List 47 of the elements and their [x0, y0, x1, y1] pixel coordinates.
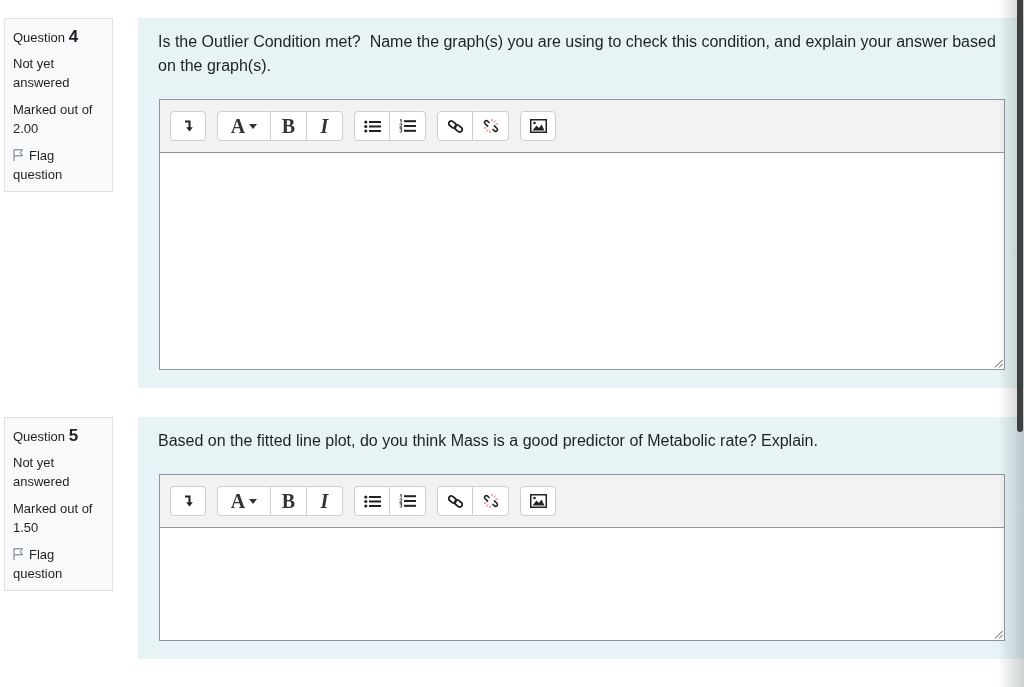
link-button[interactable] [437, 111, 473, 141]
flag-icon [13, 548, 24, 560]
chain-link-icon [447, 493, 463, 509]
bold-button[interactable]: B [271, 111, 307, 141]
toolbar-toggle-button[interactable] [170, 111, 206, 141]
unlink-button[interactable] [473, 111, 509, 141]
question-prompt: Is the Outlier Condition met? Name the graph(s) you are using to check this condition, and explain your answer based on the graph(s). [158, 32, 997, 76]
image-button[interactable] [520, 486, 556, 516]
question-number: Question 4 [13, 27, 80, 48]
font-color-button[interactable]: A [217, 111, 271, 141]
question-marks: Marked out of 2.00 [13, 101, 94, 138]
link-button[interactable] [437, 486, 473, 516]
caret-icon [249, 123, 258, 129]
resize-grip-icon [994, 630, 1003, 639]
bullet-list-button[interactable] [354, 486, 390, 516]
caret-icon [249, 498, 258, 504]
bullet-list-icon [363, 119, 381, 133]
arrow-down-icon [183, 120, 193, 132]
bullet-list-icon [363, 494, 381, 508]
numbered-list-icon [399, 119, 416, 133]
image-button[interactable] [520, 111, 556, 141]
image-icon [529, 494, 547, 508]
question-status: Not yet answered [13, 55, 71, 92]
arrow-down-icon [183, 495, 193, 507]
bold-button[interactable]: B [271, 486, 307, 516]
question-status: Not yet answered [13, 454, 71, 491]
question-marks: Marked out of 1.50 [13, 500, 94, 537]
chain-link-icon [447, 118, 463, 134]
image-icon [529, 119, 547, 133]
flag-question-link[interactable]: Flag question [13, 545, 104, 583]
numbered-list-icon [399, 494, 416, 508]
bullet-list-button[interactable] [354, 111, 390, 141]
scrollbar-thumb[interactable] [1017, 0, 1023, 432]
broken-chain-icon [482, 493, 499, 509]
toolbar-toggle-button[interactable] [170, 486, 206, 516]
question-number: Question 5 [13, 426, 80, 447]
numbered-list-button[interactable] [390, 111, 426, 141]
resize-grip-icon [994, 359, 1003, 368]
broken-chain-icon [482, 118, 499, 134]
question-prompt: Based on the fitted line plot, do you think Mass is a good predictor of Metabolic rate? Explain. [158, 431, 819, 451]
italic-button[interactable]: I [307, 111, 343, 141]
flag-question-link[interactable]: Flag question [13, 146, 104, 184]
italic-button[interactable]: I [307, 486, 343, 516]
font-color-button[interactable]: A [217, 486, 271, 516]
numbered-list-button[interactable] [390, 486, 426, 516]
flag-icon [13, 149, 24, 161]
unlink-button[interactable] [473, 486, 509, 516]
